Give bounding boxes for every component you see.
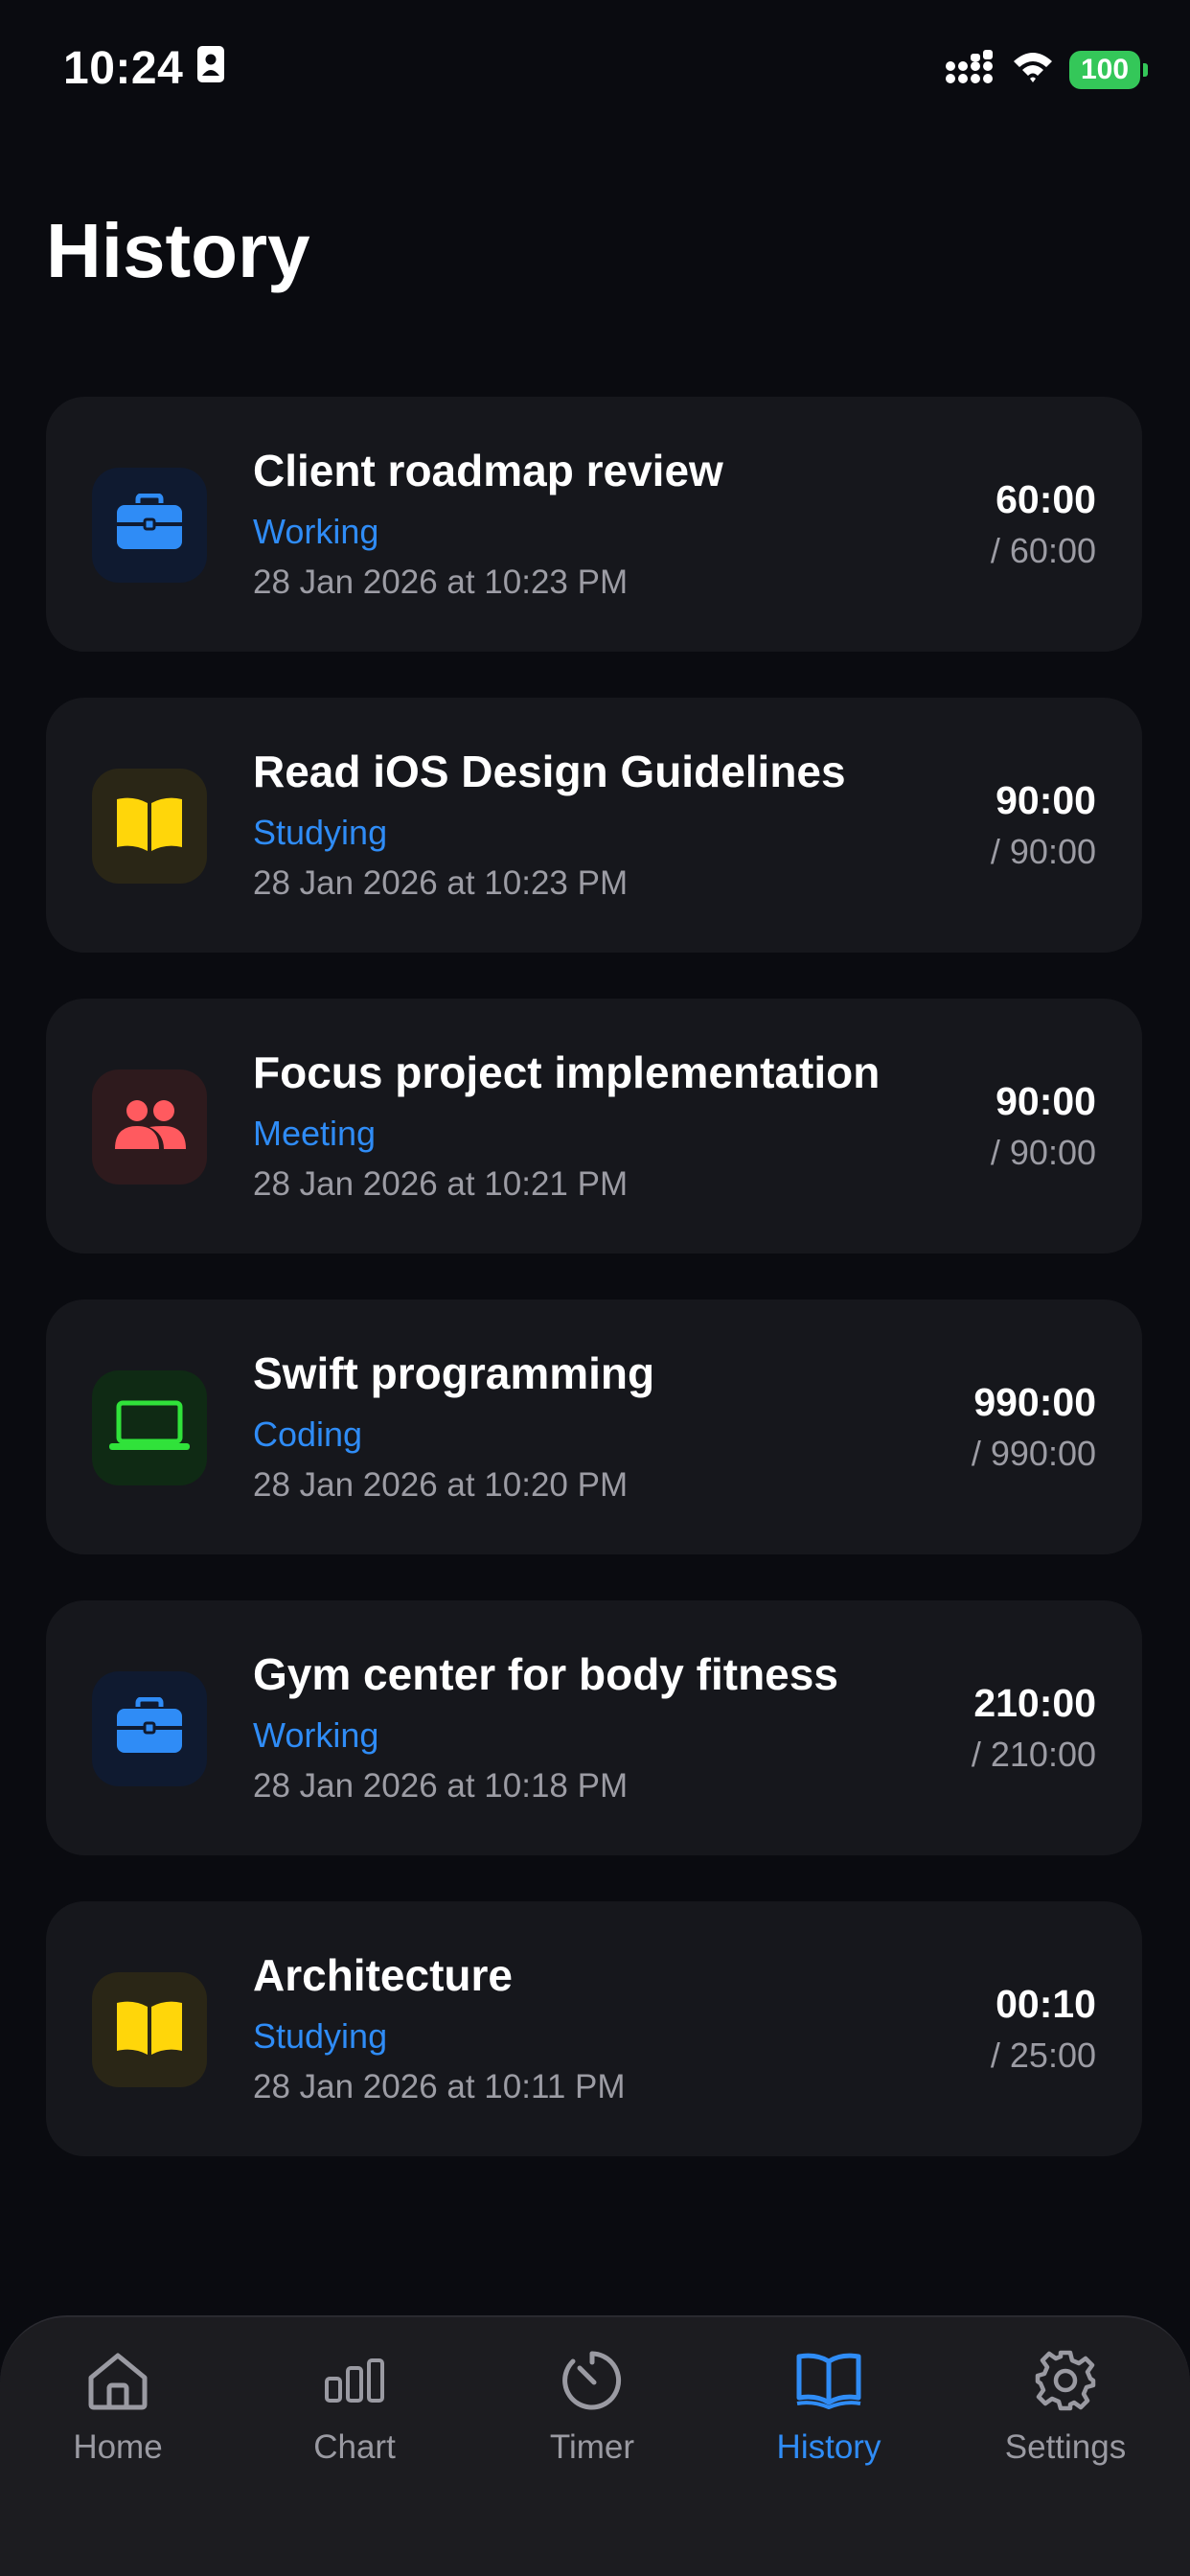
session-date: 28 Jan 2026 at 10:21 PM xyxy=(253,1165,629,1203)
session-category: Working xyxy=(253,1715,379,1755)
session-total: / 90:00 xyxy=(990,1133,1096,1172)
category-icon-tile xyxy=(92,1070,207,1184)
cellular-signal-icon xyxy=(945,48,996,91)
battery-level: 100 xyxy=(1080,53,1130,85)
category-icon-tile xyxy=(92,468,207,583)
session-title: Focus project implementation xyxy=(253,1047,881,1097)
session-date: 28 Jan 2026 at 10:23 PM xyxy=(253,864,629,902)
history-card[interactable]: Client roadmap review Working 28 Jan 202… xyxy=(46,397,1142,652)
session-date: 28 Jan 2026 at 10:11 PM xyxy=(253,2068,626,2105)
session-date: 28 Jan 2026 at 10:20 PM xyxy=(253,1466,629,1504)
gear-icon xyxy=(1031,2346,1100,2415)
tab-label: Timer xyxy=(549,2428,635,2466)
session-total: / 210:00 xyxy=(971,1735,1096,1774)
category-icon-tile xyxy=(92,1370,207,1485)
status-bar: 10:24 100 xyxy=(0,0,1190,144)
session-total: / 990:00 xyxy=(971,1434,1096,1473)
session-category: Studying xyxy=(253,2016,388,2056)
tab-label: Chart xyxy=(313,2428,396,2466)
tab-history[interactable]: History xyxy=(733,2346,925,2499)
session-total: / 60:00 xyxy=(990,531,1096,570)
clock-label: 10:24 xyxy=(63,43,184,94)
category-icon-tile xyxy=(92,1671,207,1786)
session-elapsed: 90:00 xyxy=(995,1079,1096,1123)
session-elapsed: 210:00 xyxy=(973,1681,1096,1725)
history-list: Client roadmap review Working 28 Jan 202… xyxy=(46,397,1142,2202)
session-category: Working xyxy=(253,512,379,551)
battery-indicator: 100 xyxy=(1069,50,1148,89)
book-icon xyxy=(114,1999,185,2061)
session-elapsed: 90:00 xyxy=(995,778,1096,822)
tab-home[interactable]: Home xyxy=(22,2346,214,2499)
status-indicators: 100 xyxy=(945,48,1148,91)
history-card[interactable]: Focus project implementation Meeting 28 … xyxy=(46,999,1142,1254)
session-total: / 90:00 xyxy=(990,832,1096,871)
tab-chart[interactable]: Chart xyxy=(259,2346,450,2499)
session-title: Architecture xyxy=(253,1950,513,2000)
session-category: Coding xyxy=(253,1414,363,1454)
wifi-icon xyxy=(1012,50,1054,89)
history-card[interactable]: Gym center for body fitness Working 28 J… xyxy=(46,1600,1142,1855)
briefcase-icon xyxy=(115,493,184,558)
tab-timer[interactable]: Timer xyxy=(496,2346,688,2499)
session-elapsed: 00:10 xyxy=(995,1982,1096,2026)
laptop-icon xyxy=(107,1399,192,1458)
briefcase-icon xyxy=(115,1696,184,1761)
session-title: Swift programming xyxy=(253,1348,655,1398)
session-title: Read iOS Design Guidelines xyxy=(253,747,846,796)
home-icon xyxy=(83,2346,152,2415)
session-category: Studying xyxy=(253,813,388,852)
history-card[interactable]: Read iOS Design Guidelines Studying 28 J… xyxy=(46,698,1142,953)
contact-card-icon xyxy=(196,42,225,95)
tab-bar: Home Chart Timer History Settings xyxy=(0,2315,1190,2576)
category-icon-tile xyxy=(92,1972,207,2087)
tab-settings[interactable]: Settings xyxy=(970,2346,1161,2499)
history-card[interactable]: Swift programming Coding 28 Jan 2026 at … xyxy=(46,1300,1142,1554)
battery-cap xyxy=(1143,62,1148,77)
bar-chart-icon xyxy=(320,2346,389,2415)
book-open-icon xyxy=(794,2346,863,2415)
session-title: Gym center for body fitness xyxy=(253,1649,838,1699)
session-title: Client roadmap review xyxy=(253,446,723,495)
session-date: 28 Jan 2026 at 10:18 PM xyxy=(253,1767,629,1805)
timer-icon xyxy=(558,2346,627,2415)
tab-label: Settings xyxy=(1004,2428,1127,2466)
session-category: Meeting xyxy=(253,1114,377,1153)
session-elapsed: 990:00 xyxy=(973,1380,1096,1424)
page-title: History xyxy=(46,208,310,293)
book-icon xyxy=(114,795,185,858)
session-elapsed: 60:00 xyxy=(995,477,1096,521)
history-card[interactable]: Architecture Studying 28 Jan 2026 at 10:… xyxy=(46,1901,1142,2156)
category-icon-tile xyxy=(92,769,207,884)
session-total: / 25:00 xyxy=(990,2036,1096,2075)
people-icon xyxy=(111,1097,188,1158)
tab-label: Home xyxy=(73,2428,163,2466)
status-time: 10:24 xyxy=(63,42,225,95)
session-date: 28 Jan 2026 at 10:23 PM xyxy=(253,564,629,601)
tab-label: History xyxy=(776,2428,881,2466)
